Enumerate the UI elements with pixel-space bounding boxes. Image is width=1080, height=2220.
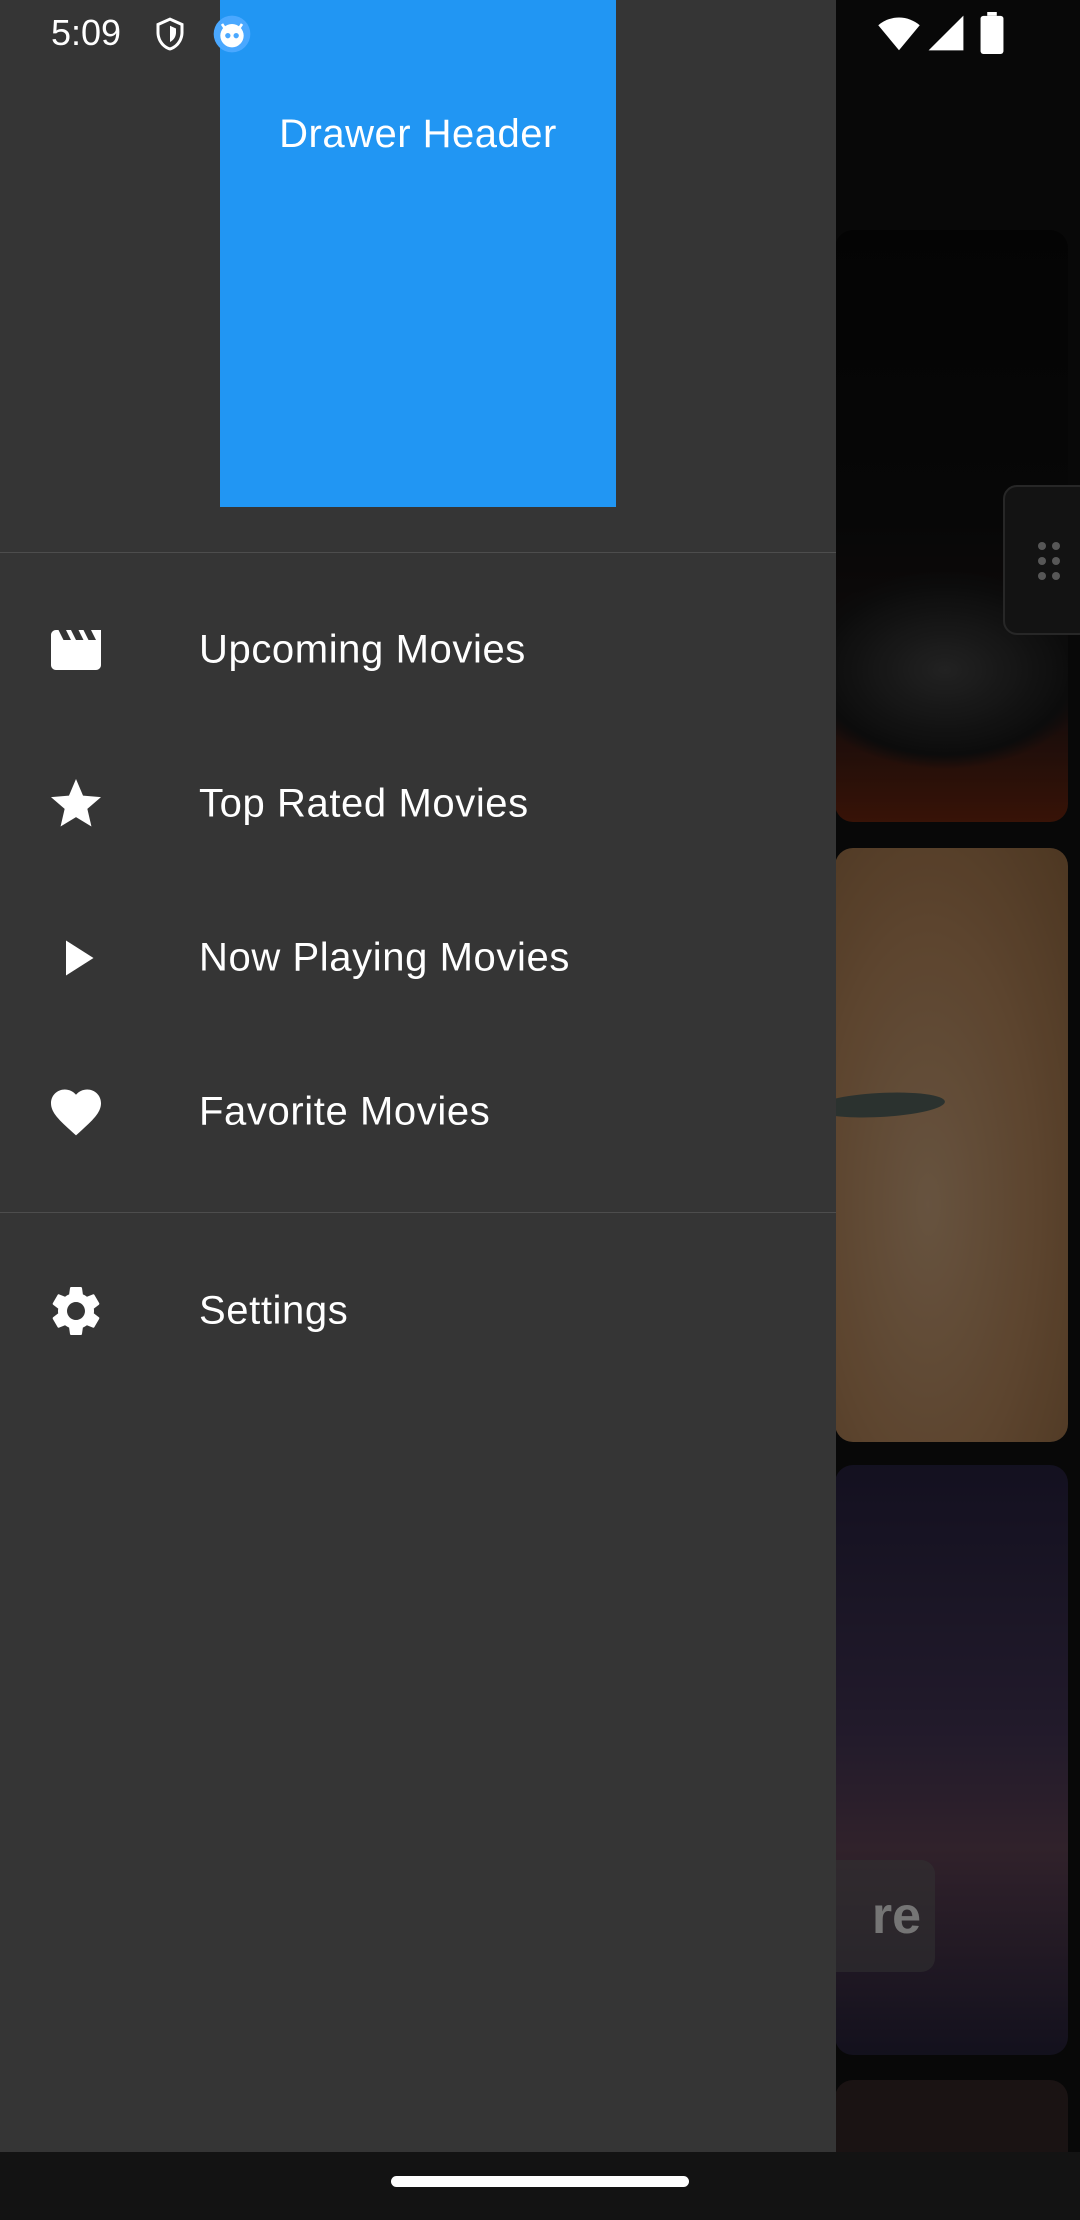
- play-icon: [46, 928, 106, 988]
- drawer-item-label: Now Playing Movies: [199, 935, 570, 980]
- gesture-nav-bar: [0, 2152, 1080, 2220]
- drawer-item-label: Favorite Movies: [199, 1089, 491, 1134]
- drawer-divider: [0, 1212, 836, 1213]
- drawer-item-upcoming-movies[interactable]: Upcoming Movies: [0, 573, 836, 727]
- bot-icon: [212, 14, 252, 54]
- drawer-item-top-rated-movies[interactable]: Top Rated Movies: [0, 727, 836, 881]
- shield-icon: [152, 14, 188, 54]
- home-gesture-handle[interactable]: [391, 2176, 689, 2187]
- wifi-icon: [878, 14, 920, 52]
- drawer-item-label: Settings: [199, 1288, 349, 1333]
- drawer-header-title: Drawer Header: [279, 112, 557, 156]
- gear-icon: [46, 1281, 106, 1341]
- battery-icon: [980, 12, 1004, 54]
- signal-icon: [927, 14, 965, 52]
- drawer-item-label: Upcoming Movies: [199, 627, 526, 672]
- drawer-item-now-playing-movies[interactable]: Now Playing Movies: [0, 881, 836, 1035]
- status-bar: 5:09: [0, 0, 1080, 66]
- drawer-header: Drawer Header: [0, 0, 836, 553]
- navigation-drawer: Drawer Header Upcoming Movies Top Rated …: [0, 0, 836, 2152]
- clapperboard-icon: [46, 620, 106, 680]
- drawer-header-block: Drawer Header: [220, 0, 616, 507]
- heart-icon: [46, 1082, 106, 1142]
- star-icon: [46, 774, 106, 834]
- drawer-item-favorite-movies[interactable]: Favorite Movies: [0, 1035, 836, 1189]
- drawer-item-settings[interactable]: Settings: [0, 1234, 836, 1388]
- drawer-item-label: Top Rated Movies: [199, 781, 529, 826]
- status-time: 5:09: [51, 12, 122, 53]
